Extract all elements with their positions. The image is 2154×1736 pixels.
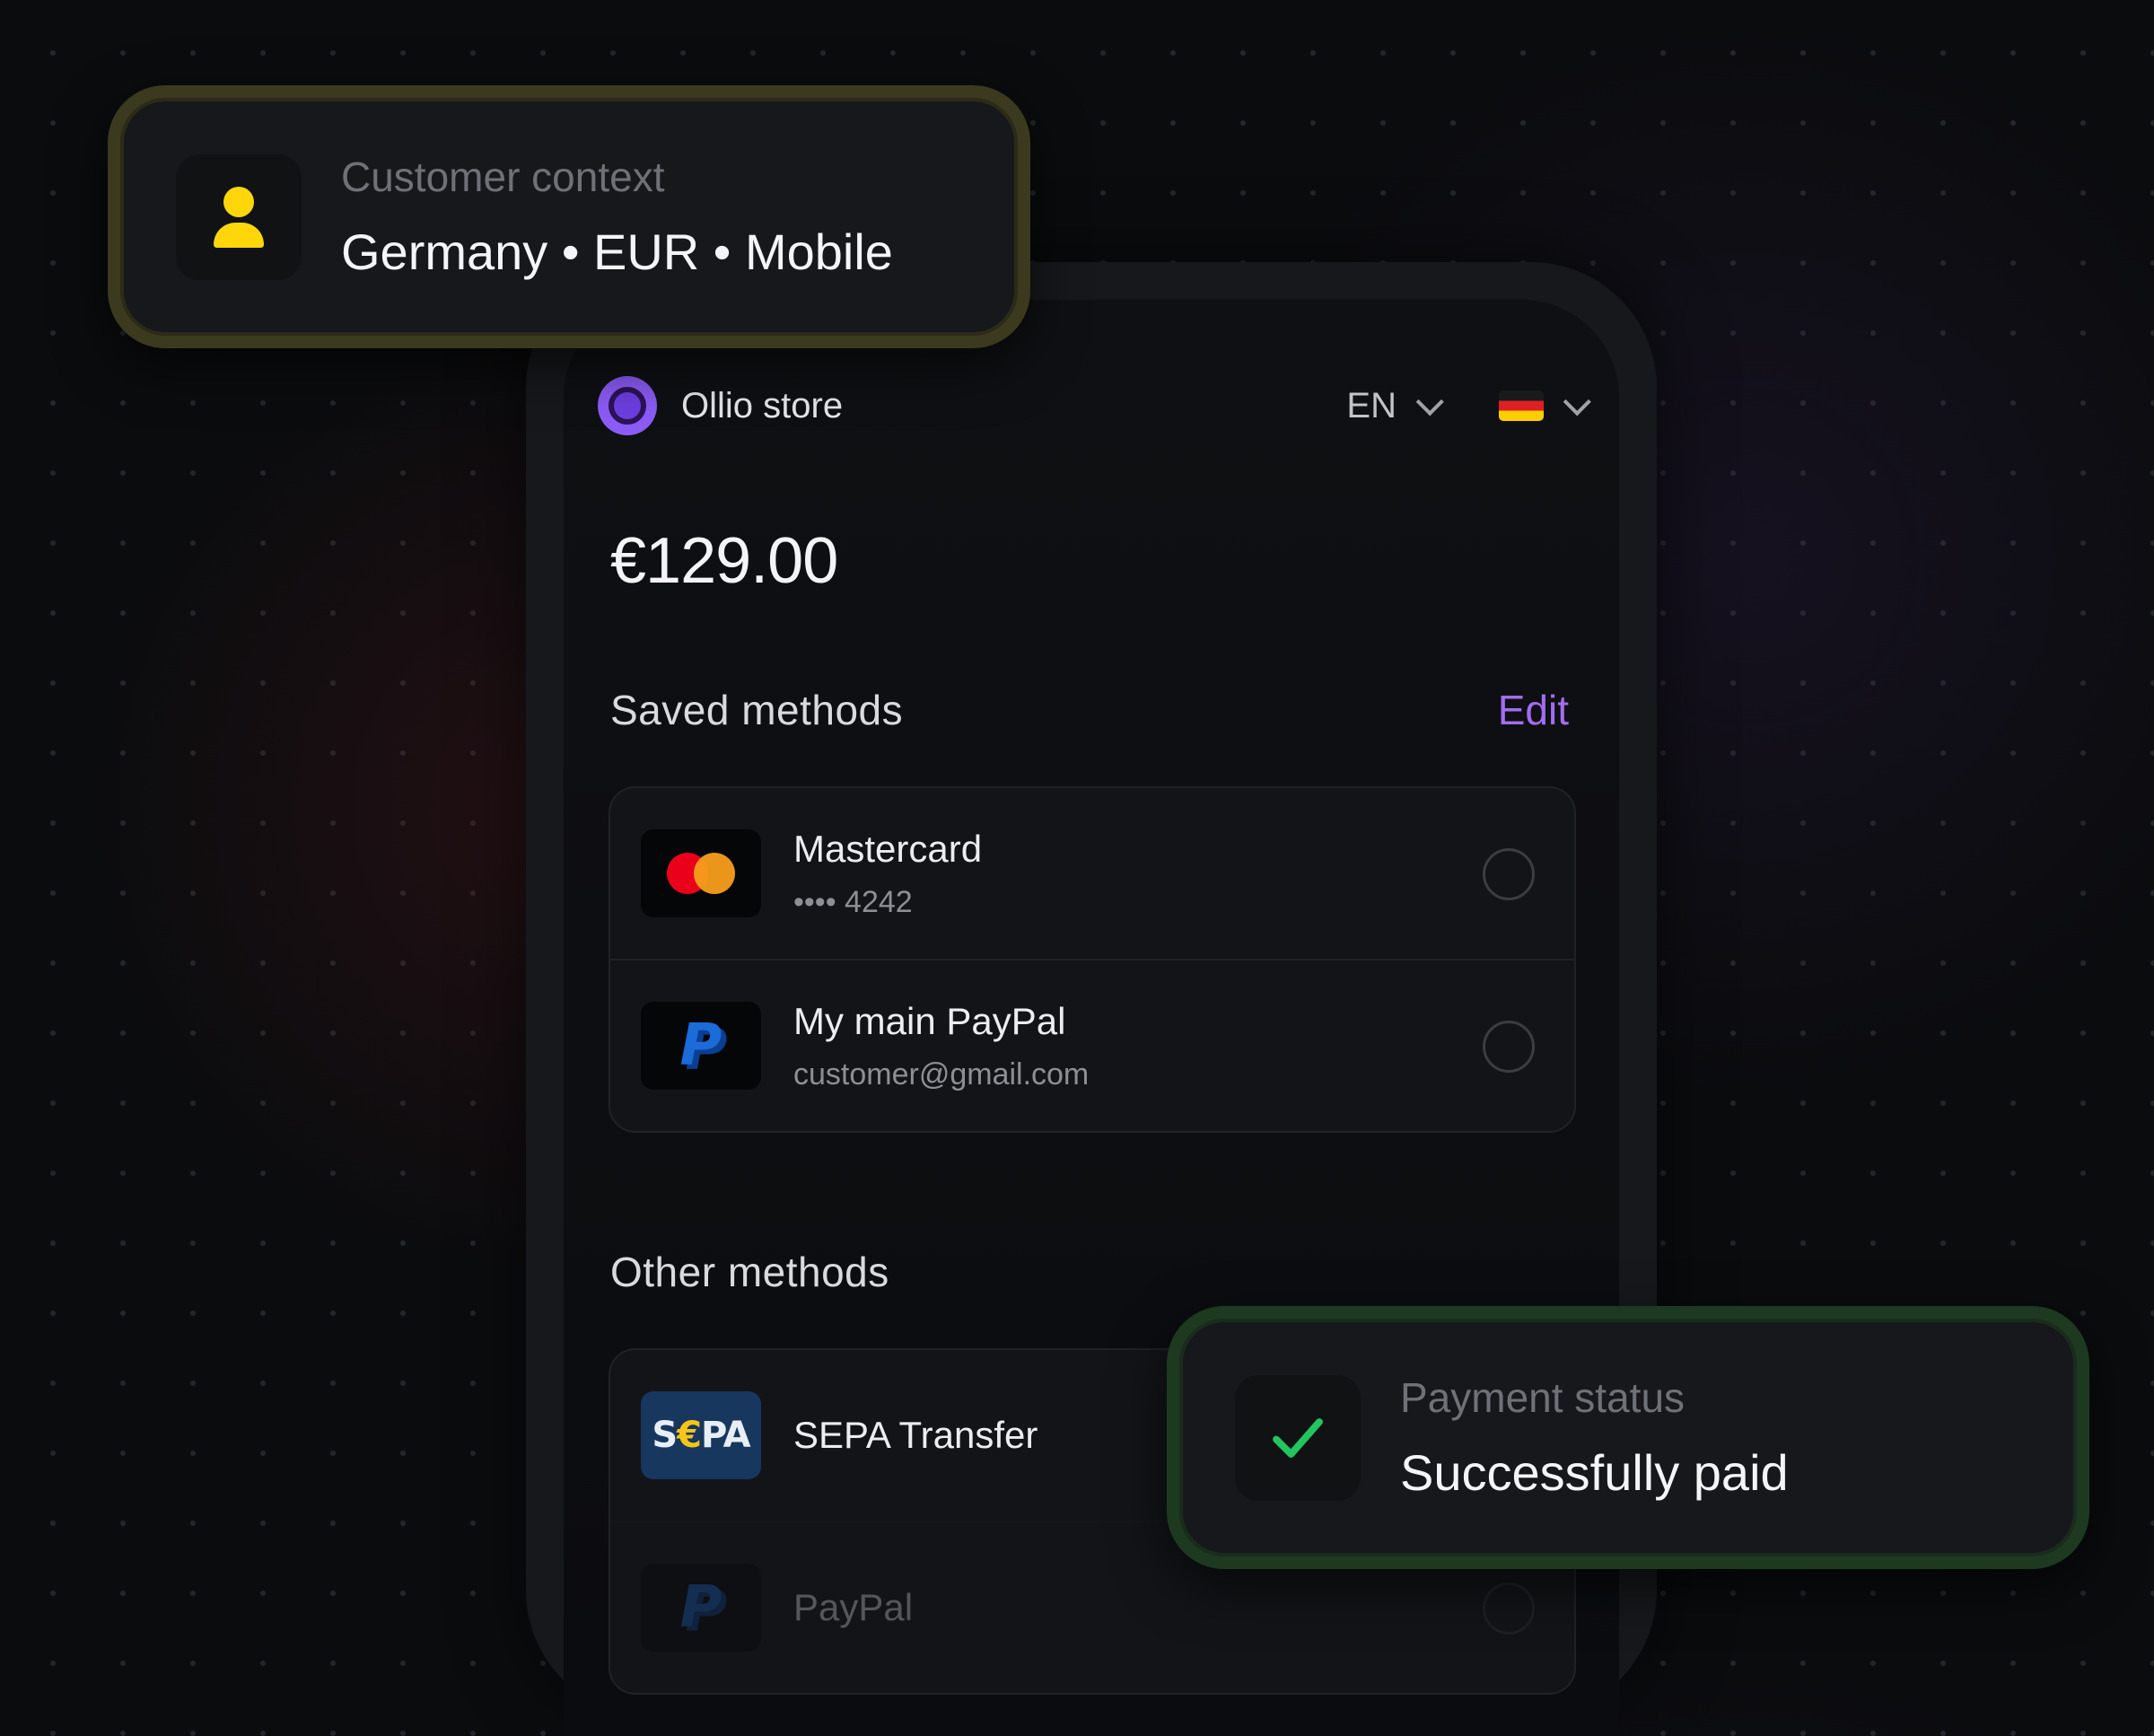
chevron-down-icon	[1415, 388, 1444, 416]
mastercard-icon	[667, 853, 735, 894]
section-title: Other methods	[610, 1249, 889, 1295]
paypal-badge: P	[641, 1564, 761, 1652]
payment-status-card: Payment status Successfully paid	[1167, 1306, 2089, 1569]
payment-amount: €129.00	[610, 525, 838, 597]
language-label: EN	[1346, 385, 1397, 425]
radio-button[interactable]	[1483, 848, 1535, 900]
customer-context-label: Customer context	[341, 153, 665, 200]
paypal-badge: P	[641, 1002, 761, 1090]
method-detail: customer@gmail.com	[793, 1057, 1090, 1092]
check-icon	[1235, 1374, 1361, 1501]
payment-status-label: Payment status	[1400, 1374, 1686, 1421]
sepa-icon: S€PA	[652, 1415, 750, 1456]
store-header: Ollio store EN	[598, 372, 1591, 440]
other-methods-header: Other methods	[610, 1248, 1569, 1296]
method-name: PayPal	[793, 1586, 914, 1628]
germany-flag-icon	[1499, 390, 1544, 421]
method-name: My main PayPal	[793, 999, 1066, 1042]
country-select[interactable]	[1499, 388, 1591, 421]
paypal-icon: P	[679, 1013, 722, 1079]
method-name: SEPA Transfer	[793, 1414, 1038, 1456]
customer-context-card: Customer context Germany • EUR • Mobile	[108, 85, 1030, 348]
radio-button[interactable]	[1483, 1021, 1535, 1073]
mastercard-badge	[641, 829, 761, 917]
sepa-badge: S€PA	[641, 1391, 761, 1479]
payment-status-value: Successfully paid	[1400, 1444, 1789, 1501]
chevron-down-icon	[1563, 388, 1591, 416]
saved-methods-list: Mastercard •••• 4242 P My main PayPal cu…	[609, 786, 1576, 1133]
method-detail: •••• 4242	[793, 884, 913, 919]
saved-method-paypal[interactable]: P My main PayPal customer@gmail.com	[610, 959, 1574, 1131]
store-logo	[598, 376, 657, 435]
saved-method-mastercard[interactable]: Mastercard •••• 4242	[610, 788, 1574, 959]
customer-context-value: Germany • EUR • Mobile	[341, 224, 893, 280]
saved-methods-header: Saved methods Edit	[610, 686, 1569, 734]
user-icon	[176, 153, 302, 280]
edit-button[interactable]: Edit	[1498, 686, 1569, 734]
store-name: Ollio store	[681, 385, 844, 425]
language-select[interactable]: EN	[1346, 385, 1444, 426]
method-name: Mastercard	[793, 827, 983, 870]
section-title: Saved methods	[610, 687, 904, 733]
radio-button[interactable]	[1483, 1583, 1535, 1635]
paypal-icon: P	[679, 1574, 722, 1641]
